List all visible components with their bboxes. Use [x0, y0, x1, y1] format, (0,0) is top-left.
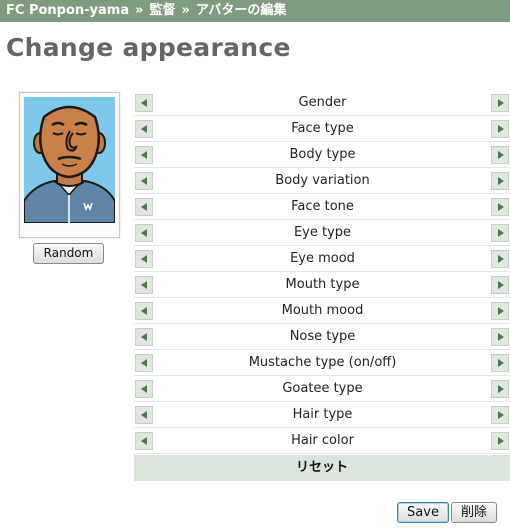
reset-button[interactable]: リセット	[134, 455, 510, 481]
option-label: Body type	[289, 147, 356, 162]
prev-arrow-icon[interactable]	[135, 250, 153, 268]
next-arrow-icon[interactable]	[491, 172, 509, 190]
page-title: Change appearance	[6, 33, 291, 62]
next-arrow-icon[interactable]	[491, 224, 509, 242]
delete-button[interactable]: 削除	[451, 502, 497, 523]
prev-arrow-icon[interactable]	[135, 406, 153, 424]
next-arrow-icon[interactable]	[491, 406, 509, 424]
breadcrumb-team-link[interactable]: FC Ponpon-yama	[6, 3, 129, 18]
breadcrumb-manager-link[interactable]: 監督	[150, 3, 176, 18]
option-row-face-tone: Face tone	[134, 194, 510, 220]
option-label: Goatee type	[282, 381, 363, 396]
appearance-options: Gender Face type Body type Body variatio…	[134, 90, 510, 454]
next-arrow-icon[interactable]	[491, 354, 509, 372]
prev-arrow-icon[interactable]	[135, 172, 153, 190]
save-button[interactable]: Save	[397, 502, 449, 523]
prev-arrow-icon[interactable]	[135, 302, 153, 320]
breadcrumb-separator: »	[181, 3, 190, 18]
prev-arrow-icon[interactable]	[135, 328, 153, 346]
next-arrow-icon[interactable]	[491, 198, 509, 216]
option-label: Nose type	[289, 329, 356, 344]
next-arrow-icon[interactable]	[491, 328, 509, 346]
next-arrow-icon[interactable]	[491, 250, 509, 268]
option-label: Mustache type (on/off)	[248, 355, 397, 370]
option-label: Body variation	[275, 173, 370, 188]
prev-arrow-icon[interactable]	[135, 380, 153, 398]
option-row-eye-type: Eye type	[134, 220, 510, 246]
prev-arrow-icon[interactable]	[135, 146, 153, 164]
option-label: Gender	[298, 95, 347, 110]
option-label: Mouth type	[285, 277, 360, 292]
option-label: Hair type	[292, 407, 353, 422]
option-label: Hair color	[291, 433, 354, 448]
random-button[interactable]: Random	[33, 243, 104, 264]
option-row-hair-color: Hair color	[134, 428, 510, 454]
prev-arrow-icon[interactable]	[135, 354, 153, 372]
avatar-preview	[19, 92, 120, 238]
next-arrow-icon[interactable]	[491, 146, 509, 164]
option-row-goatee-type: Goatee type	[134, 376, 510, 402]
option-row-eye-mood: Eye mood	[134, 246, 510, 272]
option-label: Eye type	[293, 225, 352, 240]
prev-arrow-icon[interactable]	[135, 94, 153, 112]
next-arrow-icon[interactable]	[491, 276, 509, 294]
next-arrow-icon[interactable]	[491, 302, 509, 320]
option-label: Eye mood	[290, 251, 355, 266]
option-row-body-type: Body type	[134, 142, 510, 168]
next-arrow-icon[interactable]	[491, 94, 509, 112]
next-arrow-icon[interactable]	[491, 380, 509, 398]
prev-arrow-icon[interactable]	[135, 276, 153, 294]
option-row-mouth-mood: Mouth mood	[134, 298, 510, 324]
option-label: Mouth mood	[281, 303, 364, 318]
option-row-nose-type: Nose type	[134, 324, 510, 350]
option-row-hair-type: Hair type	[134, 402, 510, 428]
avatar-image	[24, 97, 115, 223]
next-arrow-icon[interactable]	[491, 120, 509, 138]
option-row-face-type: Face type	[134, 116, 510, 142]
option-row-mustache-type: Mustache type (on/off)	[134, 350, 510, 376]
prev-arrow-icon[interactable]	[135, 432, 153, 450]
prev-arrow-icon[interactable]	[135, 120, 153, 138]
option-label: Face type	[291, 121, 354, 136]
breadcrumb-separator: »	[135, 3, 144, 18]
breadcrumb-current: アバターの編集	[195, 3, 287, 18]
option-label: Face tone	[291, 199, 354, 214]
option-row-gender: Gender	[134, 90, 510, 116]
next-arrow-icon[interactable]	[491, 432, 509, 450]
breadcrumb: FC Ponpon-yama » 監督 » アバターの編集	[0, 0, 510, 22]
option-row-mouth-type: Mouth type	[134, 272, 510, 298]
prev-arrow-icon[interactable]	[135, 224, 153, 242]
option-row-body-variation: Body variation	[134, 168, 510, 194]
prev-arrow-icon[interactable]	[135, 198, 153, 216]
